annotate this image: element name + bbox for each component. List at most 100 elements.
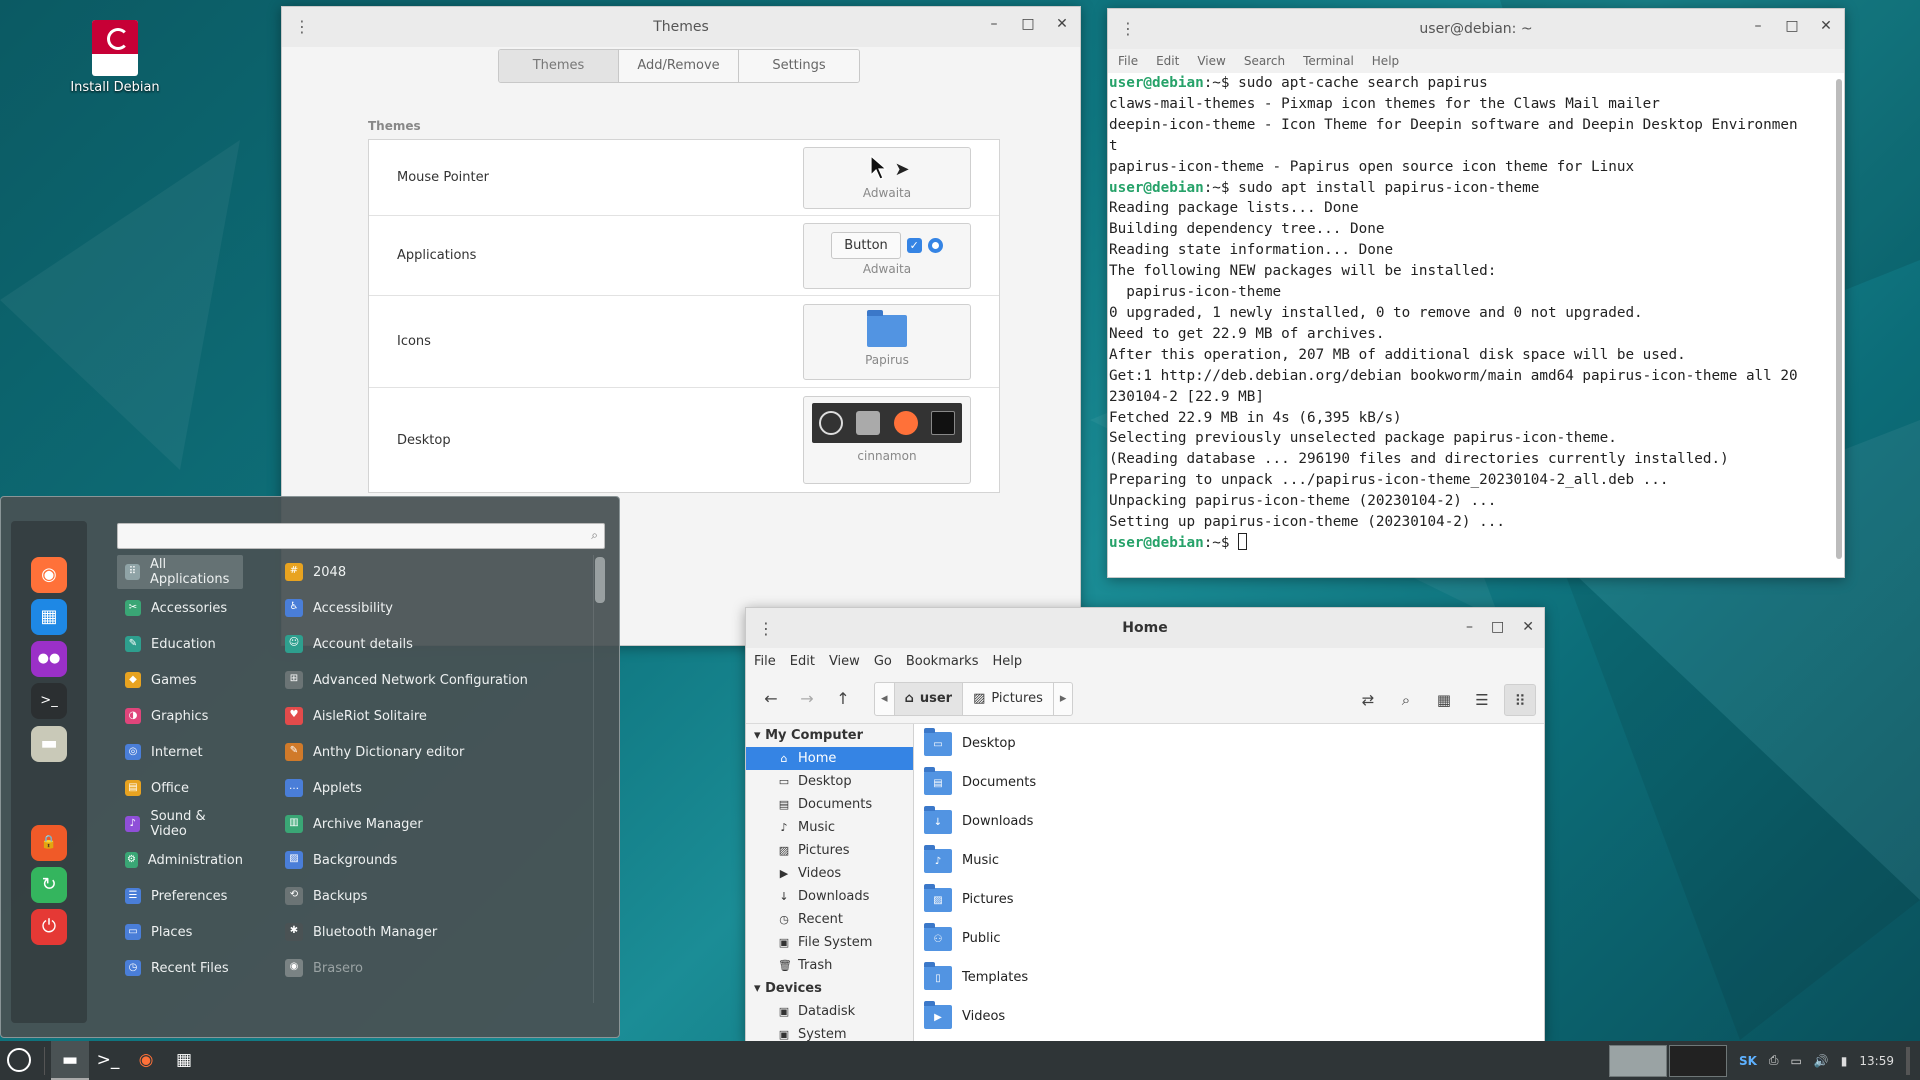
close-icon[interactable]: ✕ [1818,18,1834,34]
maximize-icon[interactable]: □ [1784,18,1800,34]
terminal-titlebar[interactable]: ⋮ user@debian: ~ – □ ✕ [1108,9,1844,49]
window-menu-icon[interactable]: ⋮ [1120,19,1136,38]
sidebar-item-file-system[interactable]: ▣ File System [746,931,913,954]
printer-icon[interactable]: ⎙ [1769,1053,1779,1068]
file-item-pictures[interactable]: ▨ Pictures [914,880,1544,919]
terminal-output[interactable]: user@debian:~$ sudo apt-cache search pap… [1108,73,1844,577]
menu-terminal[interactable]: Terminal [1303,54,1354,68]
app-item[interactable]: #2048 [285,555,346,589]
icons-theme-chooser[interactable]: Papirus [803,303,971,380]
keyboard-layout[interactable]: SK [1739,1054,1757,1068]
up-icon[interactable]: ↑ [828,689,858,708]
app-item[interactable]: ⟲ Backups [285,879,367,913]
menu-search-input[interactable] [118,524,568,548]
minimize-icon[interactable]: – [1750,18,1766,34]
tab-add-remove[interactable]: Add/Remove [619,50,739,82]
search-icon[interactable]: ⌕ [1390,684,1422,716]
menu-edit[interactable]: Edit [1156,54,1179,68]
battery-icon[interactable]: ▮ [1841,1054,1848,1068]
breadcrumb-pictures[interactable]: ▨ Pictures [963,682,1054,715]
power-icon[interactable]: ⏻ [31,909,67,945]
app-item[interactable]: ♿ Accessibility [285,591,393,625]
back-icon[interactable]: ← [756,689,786,708]
workspace-1[interactable] [1608,1044,1667,1077]
scrollbar-thumb[interactable] [595,557,605,603]
category-recent-files[interactable]: ◷ Recent Files [117,951,243,985]
menu-help[interactable]: Help [1372,54,1399,68]
sidebar-item-videos[interactable]: ▶ Videos [746,862,913,885]
app-grid-launcher[interactable]: ▦ [165,1041,203,1080]
breadcrumb-left-arrow-icon[interactable]: ◂ [875,682,895,715]
workspace-switcher[interactable] [1608,1044,1727,1077]
sidebar-header-my-computer[interactable]: ▾ My Computer [746,724,913,747]
install-debian-desktop-icon[interactable]: Install Debian [60,20,170,95]
volume-icon[interactable]: 🔊 [1814,1054,1829,1068]
app-item[interactable]: ◉ Brasero [285,951,363,985]
sidebar-item-system[interactable]: ▣ System [746,1023,913,1042]
clock[interactable]: 13:59 [1859,1054,1894,1068]
sidebar-header-devices[interactable]: ▾ Devices [746,977,913,1000]
sidebar-item-desktop[interactable]: ▭ Desktop [746,770,913,793]
close-icon[interactable]: ✕ [1522,619,1534,635]
files-icon[interactable]: ▬ [31,726,67,762]
firefox-launcher[interactable]: ◉ [127,1041,165,1080]
themes-titlebar[interactable]: ⋮ Themes – □ ✕ [282,7,1080,47]
terminal-scrollbar[interactable] [1836,79,1842,559]
toggle-location-icon[interactable]: ⇄ [1352,684,1384,716]
lock-icon[interactable]: 🔒 [31,825,67,861]
desktop-theme-chooser[interactable]: cinnamon [803,396,971,484]
menu-view[interactable]: View [1197,54,1225,68]
minimize-icon[interactable]: – [986,16,1002,32]
forward-icon[interactable]: → [792,689,822,708]
file-item-desktop[interactable]: ▭ Desktop [914,724,1544,763]
workspace-2[interactable] [1668,1044,1727,1077]
menu-bookmarks[interactable]: Bookmarks [906,654,979,669]
file-item-documents[interactable]: ▤ Documents [914,763,1544,802]
tab-settings[interactable]: Settings [739,50,859,82]
app-item[interactable]: ▨ Backgrounds [285,843,397,877]
category-all-applications[interactable]: ⠿ All Applications [117,555,243,589]
logout-icon[interactable]: ↻ [31,867,67,903]
firefox-icon[interactable]: ◉ [31,557,67,593]
sidebar-item-home[interactable]: ⌂ Home [746,747,913,770]
show-desktop-button[interactable] [1906,1046,1910,1075]
category-graphics[interactable]: ◑ Graphics [117,699,243,733]
app-item[interactable]: ✎ Anthy Dictionary editor [285,735,464,769]
app-item[interactable]: ⊞ Advanced Network Configuration [285,663,528,697]
display-icon[interactable]: ▭ [1791,1054,1802,1068]
category-education[interactable]: ✎ Education [117,627,243,661]
file-item-public[interactable]: ⚇ Public [914,919,1544,958]
terminal-icon[interactable]: >_ [31,683,67,719]
maximize-icon[interactable]: □ [1020,16,1036,32]
close-icon[interactable]: ✕ [1054,16,1070,32]
settings-icon[interactable]: ●● [31,641,67,677]
tab-themes[interactable]: Themes [499,50,619,82]
category-games[interactable]: ◆ Games [117,663,243,697]
menu-help[interactable]: Help [992,654,1022,669]
sidebar-item-music[interactable]: ♪ Music [746,816,913,839]
sidebar-item-pictures[interactable]: ▨ Pictures [746,839,913,862]
breadcrumb-right-arrow-icon[interactable]: ▸ [1054,683,1073,715]
category-places[interactable]: ▭ Places [117,915,243,949]
menu-button[interactable] [0,1041,38,1080]
app-item[interactable]: ▥ Archive Manager [285,807,423,841]
category-preferences[interactable]: ☰ Preferences [117,879,243,913]
menu-file[interactable]: File [1118,54,1138,68]
sidebar-item-datadisk[interactable]: ▣ Datadisk [746,1000,913,1023]
minimize-icon[interactable]: – [1466,619,1473,635]
file-manager-titlebar[interactable]: ⋮ Home – □ ✕ [746,608,1544,648]
sidebar-item-trash[interactable]: 🗑 Trash [746,954,913,977]
software-manager-icon[interactable]: ▦ [31,599,67,635]
sidebar-item-documents[interactable]: ▤ Documents [746,793,913,816]
window-menu-icon[interactable]: ⋮ [294,17,310,36]
category-administration[interactable]: ⚙ Administration [117,843,243,877]
category-internet[interactable]: ◎ Internet [117,735,243,769]
terminal-launcher[interactable]: >_ [89,1041,127,1080]
menu-search-box[interactable]: ⌕ [117,523,605,549]
icon-view-icon[interactable]: ▦ [1428,684,1460,716]
category-office[interactable]: ▤ Office [117,771,243,805]
app-item[interactable]: … Applets [285,771,362,805]
app-item[interactable]: ♥ AisleRiot Solitaire [285,699,427,733]
app-item[interactable]: ☺ Account details [285,627,413,661]
applications-theme-chooser[interactable]: Button ✓ Adwaita [803,222,971,289]
